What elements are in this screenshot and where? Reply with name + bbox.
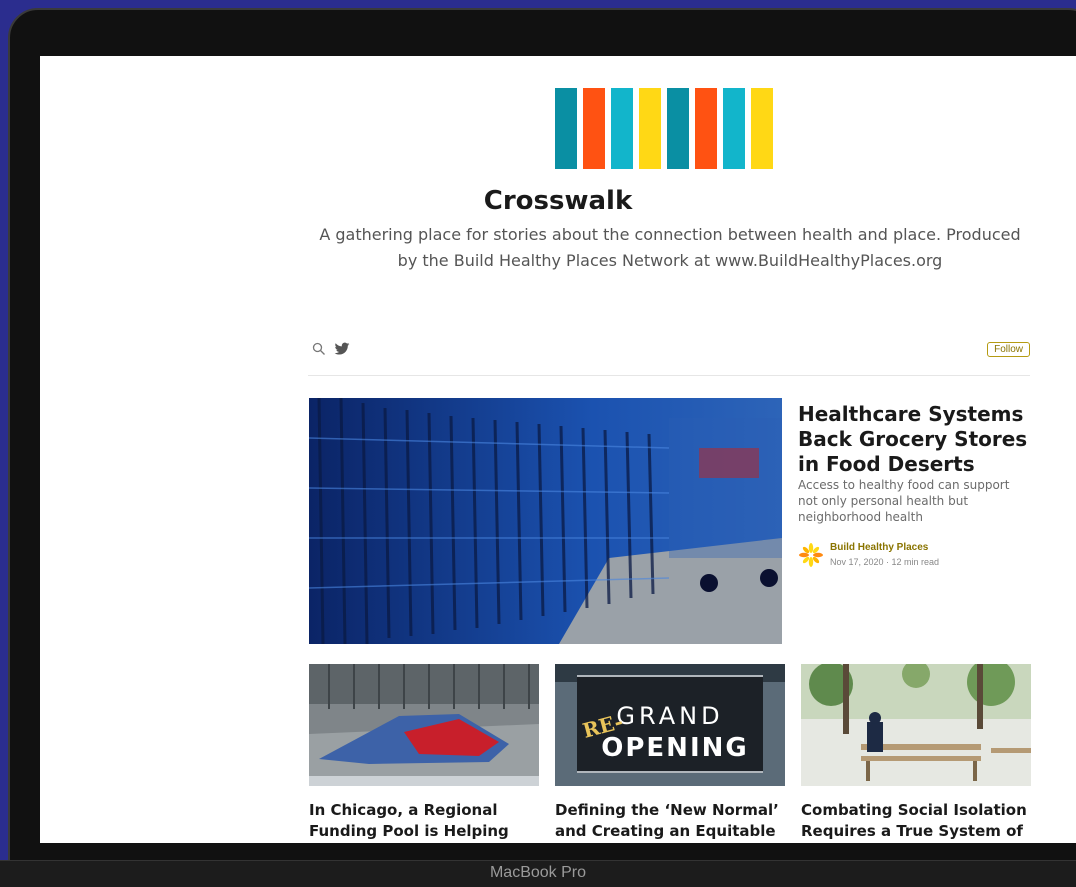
device-label: MacBook Pro (489, 864, 587, 881)
featured-story-title[interactable]: Healthcare Systems Back Grocery Stores i… (798, 402, 1038, 477)
featured-story-subtitle: Access to healthy food can support not o… (798, 478, 1010, 524)
search-icon[interactable] (312, 342, 326, 356)
author-avatar-icon[interactable] (799, 543, 823, 567)
story-card-image-2[interactable]: GRAND OPENING RE- (555, 664, 785, 786)
follow-button[interactable]: Follow (987, 342, 1030, 357)
story-card-title-1[interactable]: In Chicago, a Regional Funding Pool is H… (309, 800, 541, 843)
story-card-title-2[interactable]: Defining the ‘New Normal’ and Creating a… (555, 800, 787, 842)
sign-grand-text: GRAND (616, 702, 723, 730)
sign-opening-text: OPENING (601, 733, 748, 763)
story-card-title-3[interactable]: Combating Social Isolation Requires a Tr… (801, 800, 1033, 843)
logo-stripe (667, 88, 689, 169)
browser-screen: Crosswalk A gathering place for stories … (40, 56, 1076, 843)
shopping-carts-illustration (309, 398, 782, 644)
logo-stripe (583, 88, 605, 169)
grand-reopening-sign-illustration: GRAND OPENING RE- (555, 664, 785, 786)
logo-stripe (751, 88, 773, 169)
story-meta: Nov 17, 2020 · 12 min read (830, 557, 940, 567)
logo-stripe (555, 88, 577, 169)
publication-logo[interactable] (555, 88, 773, 169)
logo-stripe (723, 88, 745, 169)
park-bench-illustration (801, 664, 1031, 786)
twitter-icon[interactable] (334, 341, 350, 357)
story-card-image-1[interactable] (309, 664, 539, 786)
publication-title[interactable]: Crosswalk (40, 186, 1076, 216)
story-card-image-3[interactable] (801, 664, 1031, 786)
logo-stripe (695, 88, 717, 169)
logo-stripe (639, 88, 661, 169)
author-name-link[interactable]: Build Healthy Places (830, 542, 928, 553)
logo-stripe (611, 88, 633, 169)
publication-toolbar: Follow (308, 336, 1030, 376)
publication-description: A gathering place for stories about the … (319, 225, 1021, 270)
featured-story-image[interactable] (309, 398, 782, 644)
tent-sidewalk-illustration (309, 664, 539, 786)
